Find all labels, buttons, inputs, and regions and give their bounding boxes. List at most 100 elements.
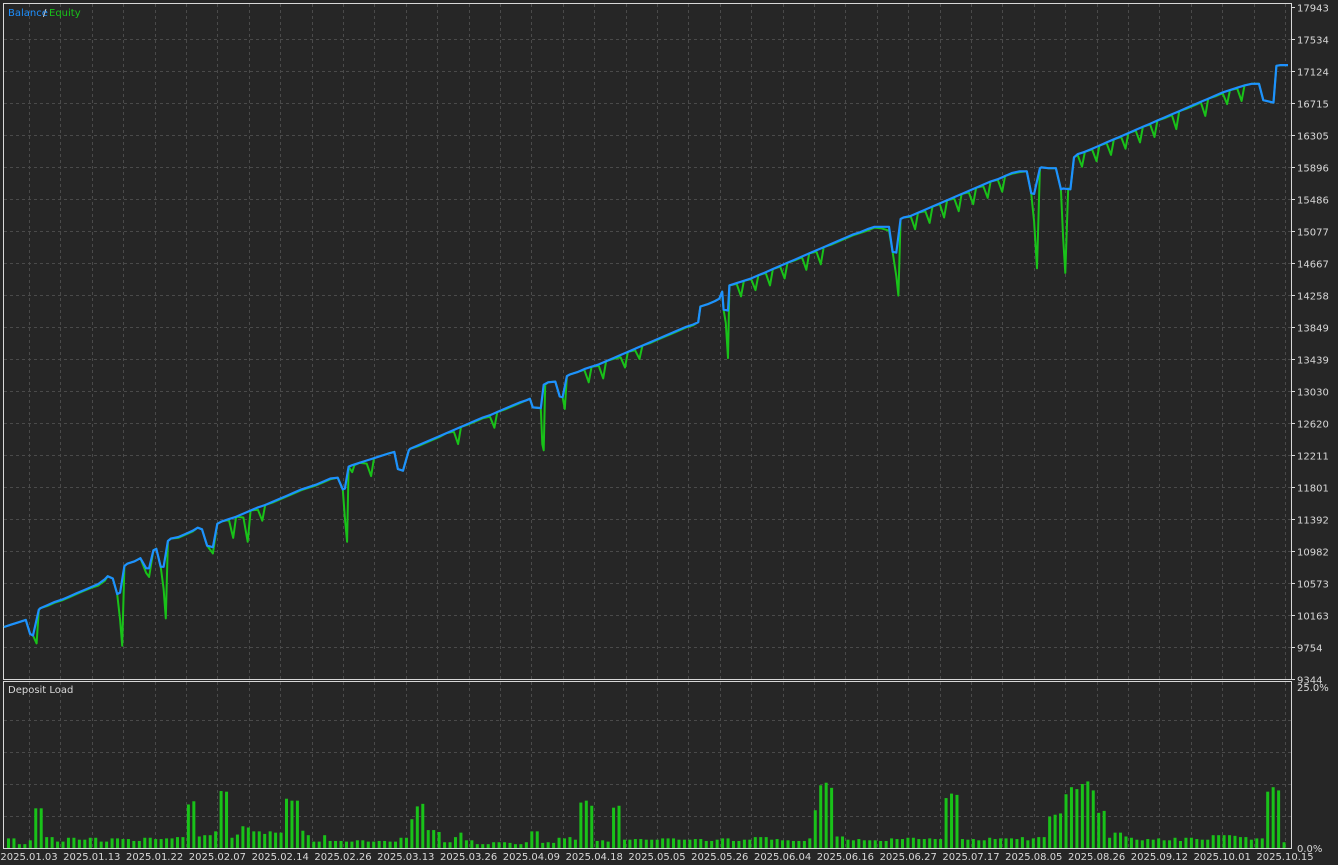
deposit-load-bar bbox=[584, 800, 588, 848]
deposit-load-bar bbox=[508, 842, 512, 848]
x-tick-label: 2025.02.14 bbox=[252, 852, 309, 863]
deposit-load-bar bbox=[1108, 837, 1112, 848]
deposit-load-bar bbox=[982, 840, 986, 848]
deposit-load-bar bbox=[950, 793, 954, 848]
x-tick-label: 2025.08.26 bbox=[1068, 852, 1125, 863]
deposit-load-bar bbox=[7, 838, 10, 848]
x-tick-label: 2025.10.01 bbox=[1194, 852, 1251, 863]
balance-equity-chart: 17943 17534 17124 16715 16305 15896 15486 15077… bbox=[0, 0, 1338, 865]
deposit-load-bar bbox=[1266, 791, 1270, 848]
deposit-load-bar bbox=[742, 839, 746, 848]
deposit-load-bar bbox=[988, 837, 992, 848]
deposit-load-bar bbox=[781, 840, 785, 848]
deposit-load-bar bbox=[437, 832, 441, 848]
deposit-load-bar bbox=[1249, 839, 1253, 848]
deposit-load-bar bbox=[851, 840, 855, 848]
deposit-load-bar bbox=[1162, 840, 1166, 848]
deposit-load-bar bbox=[1178, 840, 1182, 848]
deposit-load-bar bbox=[486, 844, 490, 848]
deposit-load-bar bbox=[563, 838, 567, 848]
deposit-load-bar bbox=[568, 837, 572, 848]
y-tick-label: 16715 bbox=[1297, 100, 1329, 111]
deposit-load-bar bbox=[813, 810, 817, 848]
deposit-load-bar bbox=[759, 837, 763, 848]
deposit-load-bar bbox=[726, 838, 730, 848]
deposit-load-bar bbox=[268, 831, 272, 848]
deposit-load-bar bbox=[415, 806, 419, 848]
x-axis: 2025.01.03 2025.01.13 2025.01.22 2025.02.07… bbox=[0, 852, 1313, 863]
x-tick-label: 2025.01.22 bbox=[126, 852, 183, 863]
deposit-load-bar bbox=[34, 808, 38, 848]
deposit-load-bar bbox=[61, 841, 65, 848]
x-tick-label: 2025.02.07 bbox=[189, 852, 246, 863]
deposit-load-bar bbox=[170, 838, 174, 848]
deposit-load-bar bbox=[595, 840, 599, 848]
y-tick-label: 11801 bbox=[1297, 484, 1329, 495]
deposit-load-bar bbox=[999, 838, 1003, 848]
deposit-load-bar bbox=[846, 839, 850, 848]
deposit-load-bar bbox=[857, 839, 861, 848]
deposit-load-bar bbox=[23, 844, 27, 848]
deposit-load-y-top-label: 25.0% bbox=[1297, 683, 1329, 694]
deposit-load-bar bbox=[672, 838, 676, 848]
deposit-load-bar bbox=[650, 839, 654, 848]
deposit-load-bar bbox=[1119, 832, 1123, 848]
y-tick-label: 15486 bbox=[1297, 196, 1329, 207]
deposit-load-bar bbox=[1173, 837, 1177, 848]
deposit-load-bar bbox=[617, 805, 621, 848]
deposit-load-title: Deposit Load bbox=[8, 685, 73, 696]
deposit-load-bar bbox=[165, 838, 169, 848]
x-tick-label: 2025.01.13 bbox=[63, 852, 120, 863]
deposit-load-bar bbox=[235, 834, 239, 848]
deposit-load-bar bbox=[530, 831, 534, 848]
deposit-load-bar bbox=[1277, 790, 1281, 848]
deposit-load-bar bbox=[993, 839, 997, 848]
deposit-load-bar bbox=[819, 785, 823, 848]
deposit-load-bar bbox=[225, 791, 229, 848]
deposit-load-bar bbox=[682, 839, 686, 848]
deposit-load-bar bbox=[748, 839, 752, 848]
deposit-load-bar bbox=[612, 807, 616, 848]
deposit-load-bar bbox=[644, 839, 648, 848]
deposit-load-bar bbox=[1097, 812, 1101, 848]
deposit-load-bar bbox=[655, 839, 659, 848]
deposit-load-bar bbox=[105, 841, 109, 848]
deposit-load-bar bbox=[350, 841, 354, 848]
deposit-load-bar bbox=[710, 840, 714, 848]
deposit-load-bar bbox=[1233, 835, 1237, 848]
deposit-load-bar bbox=[77, 839, 81, 848]
deposit-load-bar bbox=[715, 839, 719, 848]
deposit-load-bar bbox=[704, 840, 708, 848]
deposit-load-bar bbox=[159, 839, 163, 848]
deposit-load-bar bbox=[290, 800, 294, 848]
y-tick-label: 10573 bbox=[1297, 580, 1329, 591]
y-tick-label: 11392 bbox=[1297, 516, 1329, 527]
deposit-load-bar bbox=[1260, 838, 1264, 848]
deposit-load-bar bbox=[928, 838, 932, 848]
deposit-load-bar bbox=[546, 842, 550, 848]
deposit-load-bar bbox=[306, 835, 310, 848]
deposit-load-bar bbox=[1113, 832, 1117, 848]
deposit-load-bar bbox=[203, 835, 207, 848]
deposit-load-bar bbox=[786, 840, 790, 848]
deposit-load-bar bbox=[257, 831, 261, 848]
deposit-load-bar bbox=[775, 839, 779, 848]
deposit-load-bar bbox=[1255, 838, 1259, 848]
deposit-load-bar bbox=[933, 839, 937, 848]
deposit-load-bar bbox=[1102, 810, 1106, 848]
deposit-load-bar bbox=[552, 842, 556, 848]
deposit-load-bar bbox=[862, 840, 866, 848]
deposit-load-bar bbox=[246, 827, 250, 848]
deposit-load-bar bbox=[137, 840, 141, 848]
deposit-load-bar bbox=[192, 801, 196, 848]
deposit-load-bar bbox=[966, 839, 970, 848]
deposit-load-bar bbox=[110, 838, 114, 848]
deposit-load-bar bbox=[208, 835, 212, 848]
y-tick-label: 15896 bbox=[1297, 164, 1329, 175]
deposit-load-bar bbox=[1184, 837, 1188, 848]
deposit-load-bar bbox=[301, 830, 305, 848]
deposit-load-bar bbox=[900, 839, 904, 848]
deposit-load-bar bbox=[312, 841, 316, 848]
deposit-load-bar bbox=[1129, 837, 1133, 848]
deposit-load-bar bbox=[72, 837, 76, 848]
